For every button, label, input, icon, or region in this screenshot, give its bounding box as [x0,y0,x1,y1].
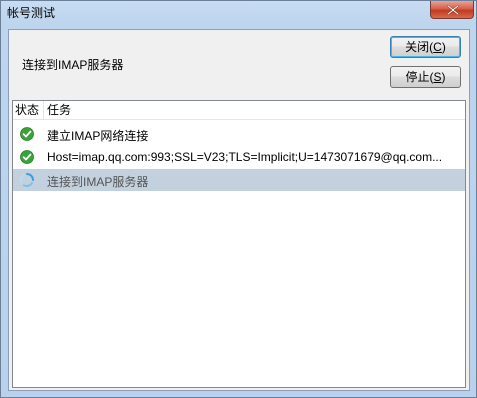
window-close-button[interactable] [430,1,474,19]
close-button-mnemonic: C [433,40,442,54]
check-circle-icon [20,150,34,164]
task-row[interactable]: 建立IMAP网络连接 [13,123,465,145]
task-text: 建立IMAP网络连接 [47,129,149,143]
list-header: 状态 任务 [13,101,465,120]
stop-button-mnemonic: S [433,70,442,84]
dialog-window: 帐号测试 连接到IMAP服务器 关闭(C) 停止(S) 状态 任务 建立IMAP… [0,0,477,398]
column-header-task[interactable]: 任务 [44,101,465,120]
stop-button[interactable]: 停止(S) [390,66,461,88]
status-message: 连接到IMAP服务器 [22,58,124,72]
task-text: Host=imap.qq.com:993;SSL=V23;TLS=Implici… [47,150,443,164]
task-row-selected[interactable]: 连接到IMAP服务器 [13,169,465,191]
close-button-label: 关闭 [405,40,430,54]
close-button[interactable]: 关闭(C) [390,36,461,58]
spinner-icon [20,173,34,187]
dialog-body: 连接到IMAP服务器 关闭(C) 停止(S) 状态 任务 建立IMAP网络连接 [8,29,470,391]
task-list[interactable]: 状态 任务 建立IMAP网络连接 Host=imap.qq.com:993;SS… [12,100,466,388]
window-title: 帐号测试 [7,6,56,20]
check-circle-icon [20,127,34,141]
task-row[interactable]: Host=imap.qq.com:993;SSL=V23;TLS=Implici… [13,146,465,168]
close-icon [447,5,459,15]
column-header-status[interactable]: 状态 [13,101,44,120]
stop-button-label: 停止 [405,70,430,84]
title-bar[interactable]: 帐号测试 [1,1,476,22]
task-text: 连接到IMAP服务器 [47,175,149,189]
